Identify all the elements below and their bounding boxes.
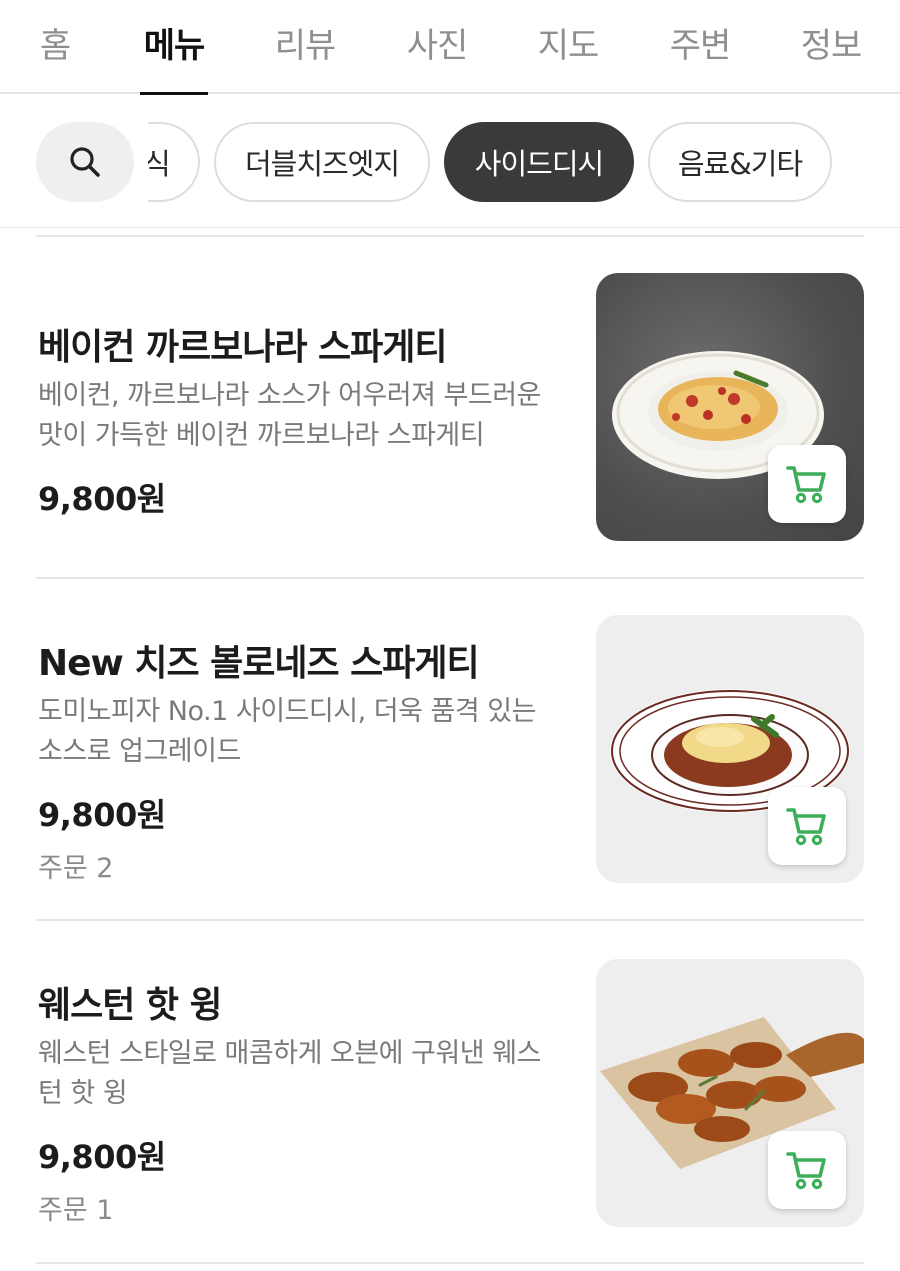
- tab-menu[interactable]: 메뉴: [140, 18, 208, 95]
- chip-category-partial[interactable]: 식: [140, 122, 200, 202]
- divider: [36, 577, 864, 579]
- menu-item-price: 9,800원: [38, 480, 166, 518]
- divider: [36, 235, 864, 237]
- menu-item-name: New 치즈 볼로네즈 스파게티: [38, 643, 480, 684]
- menu-item-photo: [596, 273, 864, 541]
- divider: [36, 1262, 864, 1264]
- tab-reviews[interactable]: 리뷰: [270, 18, 340, 94]
- category-filter-bar: 식 더블치즈엣지 사이드디시 음료&기타: [0, 96, 900, 228]
- chip-side-dish[interactable]: 사이드디시: [444, 122, 634, 202]
- menu-item[interactable]: New 치즈 볼로네즈 스파게티 도미노피자 No.1 사이드디시, 더욱 품격…: [0, 580, 900, 920]
- menu-item-photo: [596, 959, 864, 1227]
- cart-icon: [786, 1152, 826, 1190]
- menu-item-price: 9,800원: [38, 796, 166, 834]
- cart-icon: [786, 808, 826, 846]
- tab-nearby[interactable]: 주변: [665, 18, 735, 94]
- chip-drinks-etc[interactable]: 음료&기타: [648, 122, 832, 202]
- tab-home[interactable]: 홈: [30, 18, 80, 94]
- menu-item-order-count: 주문 1: [38, 1195, 114, 1226]
- add-to-cart-button[interactable]: [768, 1131, 846, 1209]
- menu-item-price: 9,800원: [38, 1138, 166, 1176]
- chip-double-cheese-edge[interactable]: 더블치즈엣지: [214, 122, 430, 202]
- menu-item[interactable]: 웨스턴 핫 윙 웨스턴 스타일로 매콤하게 오븐에 구워낸 웨스턴 핫 윙 9,…: [0, 922, 900, 1262]
- tab-info[interactable]: 정보: [796, 18, 866, 94]
- cart-icon: [786, 466, 826, 504]
- add-to-cart-button[interactable]: [768, 445, 846, 523]
- chip-fade-overlay: [134, 122, 148, 202]
- menu-item-photo: [596, 615, 864, 883]
- menu-item-name: 웨스턴 핫 윙: [38, 985, 223, 1026]
- menu-item-description: 도미노피자 No.1 사이드디시, 더욱 품격 있는 소스로 업그레이드: [38, 696, 536, 767]
- tab-photos[interactable]: 사진: [402, 18, 472, 94]
- divider: [36, 919, 864, 921]
- search-icon: [70, 147, 100, 177]
- tab-bar: 홈 메뉴 리뷰 사진 지도 주변 정보: [0, 0, 900, 95]
- menu-item-description: 베이컨, 까르보나라 소스가 어우러져 부드러운 맛이 가득한 베이컨 까르보나…: [38, 380, 541, 451]
- menu-item-order-count: 주문 2: [38, 853, 114, 884]
- menu-item[interactable]: 베이컨 까르보나라 스파게티 베이컨, 까르보나라 소스가 어우러져 부드러운 …: [0, 238, 900, 578]
- menu-item-description: 웨스턴 스타일로 매콤하게 오븐에 구워낸 웨스턴 핫 윙: [38, 1038, 541, 1109]
- menu-item-name: 베이컨 까르보나라 스파게티: [38, 327, 448, 368]
- add-to-cart-button[interactable]: [768, 787, 846, 865]
- menu-search-button[interactable]: [36, 122, 134, 202]
- tab-map[interactable]: 지도: [533, 18, 603, 94]
